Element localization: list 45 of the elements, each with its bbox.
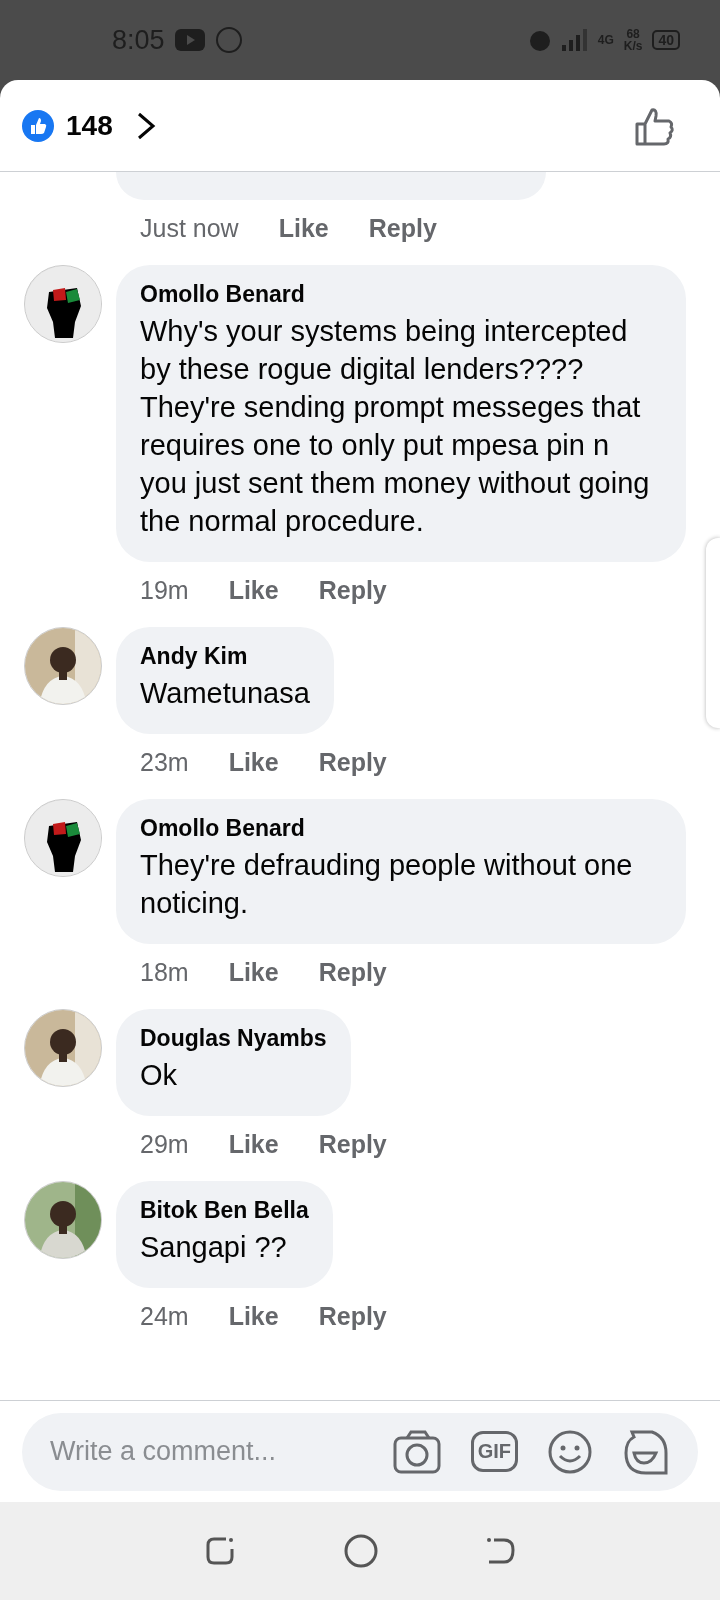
reply-link[interactable]: Reply [318,576,387,605]
video-icon [174,29,205,51]
like-link[interactable]: Like [228,576,279,605]
fist-icon [25,266,101,342]
like-link[interactable]: Like [228,958,279,987]
like-icon [22,109,54,142]
comment-text: Wametunasa [140,676,310,711]
comment-time: 29m [140,1130,189,1159]
comment-text: Sangapi ?? [140,1230,288,1265]
sticker-icon[interactable] [622,1428,668,1475]
commenter-name[interactable]: Omollo Benard [140,281,662,308]
comment-text: They're defrauding people without one noticing. [140,848,634,921]
camera-icon[interactable] [392,1429,441,1474]
home-icon[interactable] [344,1534,378,1568]
scroll-handle[interactable] [706,538,720,728]
smiley-icon[interactable] [548,1429,592,1474]
reply-link[interactable]: Reply [318,958,387,987]
reply-link[interactable]: Reply [318,1130,387,1159]
like-link[interactable]: Like [228,1302,279,1331]
reply-link[interactable]: Reply [368,214,437,243]
commenter-name[interactable]: Douglas Nyambs [140,1025,327,1052]
like-link[interactable]: Like [228,748,279,777]
like-link[interactable]: Like [278,214,329,243]
reaction-count[interactable]: 148 [66,109,113,142]
comment-time: 23m [140,748,189,777]
commenter-name[interactable]: Bitok Ben Bella [140,1197,309,1224]
comment-time: 19m [140,576,189,605]
comment-time: 24m [140,1302,189,1331]
circle-icon [214,26,243,54]
commenter-name[interactable]: Omollo Benard [140,815,662,842]
comment-text: Ok [140,1058,179,1093]
recent-apps-icon[interactable] [204,1535,236,1567]
thumbs-up-icon[interactable] [634,105,676,146]
gif-button[interactable]: GIF [470,1431,518,1472]
fist-icon [25,800,101,876]
reply-link[interactable]: Reply [318,748,387,777]
comment-time: 18m [140,958,189,987]
like-link[interactable]: Like [228,1130,279,1159]
reply-link[interactable]: Reply [318,1302,387,1331]
comment-text: Why's your systems being intercepted by these rogue digital lenders???? They're sending prompt messeges that requires one to only put mpesa pin n you just sent them money without going the normal procedure. [140,314,651,539]
comment-time: Just now [140,214,239,243]
comment-field[interactable]: Write a comment... GIF [22,1412,698,1491]
signal-icon [561,29,588,51]
back-icon[interactable] [486,1536,516,1566]
commenter-name[interactable]: Andy Kim [140,643,310,670]
